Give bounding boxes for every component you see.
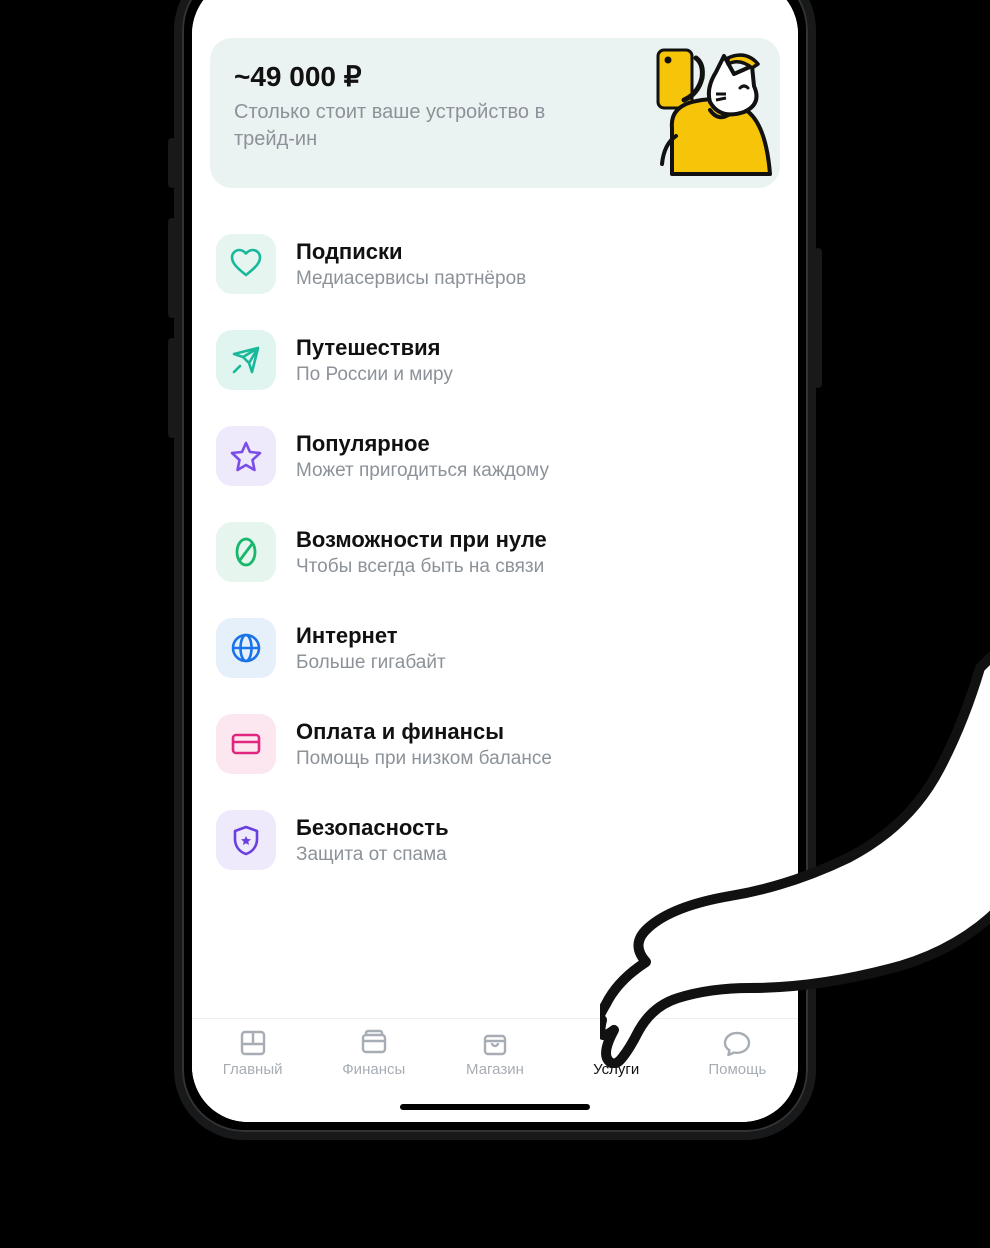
- service-row-text: Подписки Медиасервисы партнёров: [296, 239, 526, 290]
- nav-finance[interactable]: Финансы: [324, 1029, 424, 1078]
- home-indicator: [400, 1104, 590, 1110]
- nav-label: Главный: [223, 1061, 283, 1078]
- service-title: Интернет: [296, 623, 446, 649]
- service-title: Оплата и финансы: [296, 719, 552, 745]
- service-row-heart[interactable]: Подписки Медиасервисы партнёров: [210, 216, 780, 312]
- side-button: [168, 138, 176, 188]
- service-subtitle: Медиасервисы партнёров: [296, 268, 526, 290]
- service-subtitle: По России и миру: [296, 364, 453, 386]
- side-button: [168, 338, 176, 438]
- nav-shop[interactable]: Магазин: [445, 1029, 545, 1078]
- service-row-shield[interactable]: Безопасность Защита от спама: [210, 792, 780, 888]
- service-row-text: Возможности при нуле Чтобы всегда быть н…: [296, 527, 547, 578]
- service-row-text: Безопасность Защита от спама: [296, 815, 449, 866]
- service-subtitle: Помощь при низком балансе: [296, 748, 552, 770]
- globe-icon: [216, 618, 276, 678]
- service-title: Возможности при нуле: [296, 527, 547, 553]
- chat-icon: [723, 1029, 751, 1057]
- nav-label: Магазин: [466, 1061, 524, 1078]
- service-title: Путешествия: [296, 335, 453, 361]
- nav-help[interactable]: Помощь: [687, 1029, 787, 1078]
- shield-icon: [216, 810, 276, 870]
- service-title: Популярное: [296, 431, 549, 457]
- star-icon: [216, 426, 276, 486]
- service-row-text: Оплата и финансы Помощь при низком балан…: [296, 719, 552, 770]
- service-subtitle: Может пригодиться каждому: [296, 460, 549, 482]
- wallet-icon: [360, 1029, 388, 1057]
- cat-illustration: [624, 44, 774, 184]
- zero-icon: [216, 522, 276, 582]
- service-subtitle: Больше гигабайт: [296, 652, 446, 674]
- nav-label: Финансы: [342, 1061, 405, 1078]
- phone-screen-container: ~49 000 ₽ Столько стоит ваше устройство …: [192, 0, 798, 1122]
- nav-home[interactable]: Главный: [203, 1029, 303, 1078]
- nav-label: Помощь: [708, 1061, 766, 1078]
- service-row-plane[interactable]: Путешествия По России и миру: [210, 312, 780, 408]
- phone-frame: ~49 000 ₽ Столько стоит ваше устройство …: [174, 0, 816, 1140]
- services-list: Подписки Медиасервисы партнёров Путешест…: [210, 216, 780, 888]
- service-title: Безопасность: [296, 815, 449, 841]
- app-screen: ~49 000 ₽ Столько стоит ваше устройство …: [192, 0, 798, 1122]
- service-row-globe[interactable]: Интернет Больше гигабайт: [210, 600, 780, 696]
- service-title: Подписки: [296, 239, 526, 265]
- service-row-text: Популярное Может пригодиться каждому: [296, 431, 549, 482]
- service-row-zero[interactable]: Возможности при нуле Чтобы всегда быть н…: [210, 504, 780, 600]
- content-scroll[interactable]: ~49 000 ₽ Столько стоит ваше устройство …: [192, 38, 798, 1018]
- service-row-card[interactable]: Оплата и финансы Помощь при низком балан…: [210, 696, 780, 792]
- nav-label: Услуги: [593, 1061, 639, 1078]
- grid-icon: [239, 1029, 267, 1057]
- side-button: [814, 248, 822, 388]
- tradein-subtitle: Столько стоит ваше устройство в трейд-ин: [234, 99, 574, 153]
- bag-icon: [481, 1029, 509, 1057]
- service-subtitle: Защита от спама: [296, 844, 449, 866]
- plane-icon: [216, 330, 276, 390]
- service-subtitle: Чтобы всегда быть на связи: [296, 556, 547, 578]
- layers-icon: [602, 1029, 630, 1057]
- card-icon: [216, 714, 276, 774]
- service-row-text: Путешествия По России и миру: [296, 335, 453, 386]
- side-button: [168, 218, 176, 318]
- service-row-star[interactable]: Популярное Может пригодиться каждому: [210, 408, 780, 504]
- service-row-text: Интернет Больше гигабайт: [296, 623, 446, 674]
- tradein-banner[interactable]: ~49 000 ₽ Столько стоит ваше устройство …: [210, 38, 780, 188]
- nav-services[interactable]: Услуги: [566, 1029, 666, 1078]
- heart-icon: [216, 234, 276, 294]
